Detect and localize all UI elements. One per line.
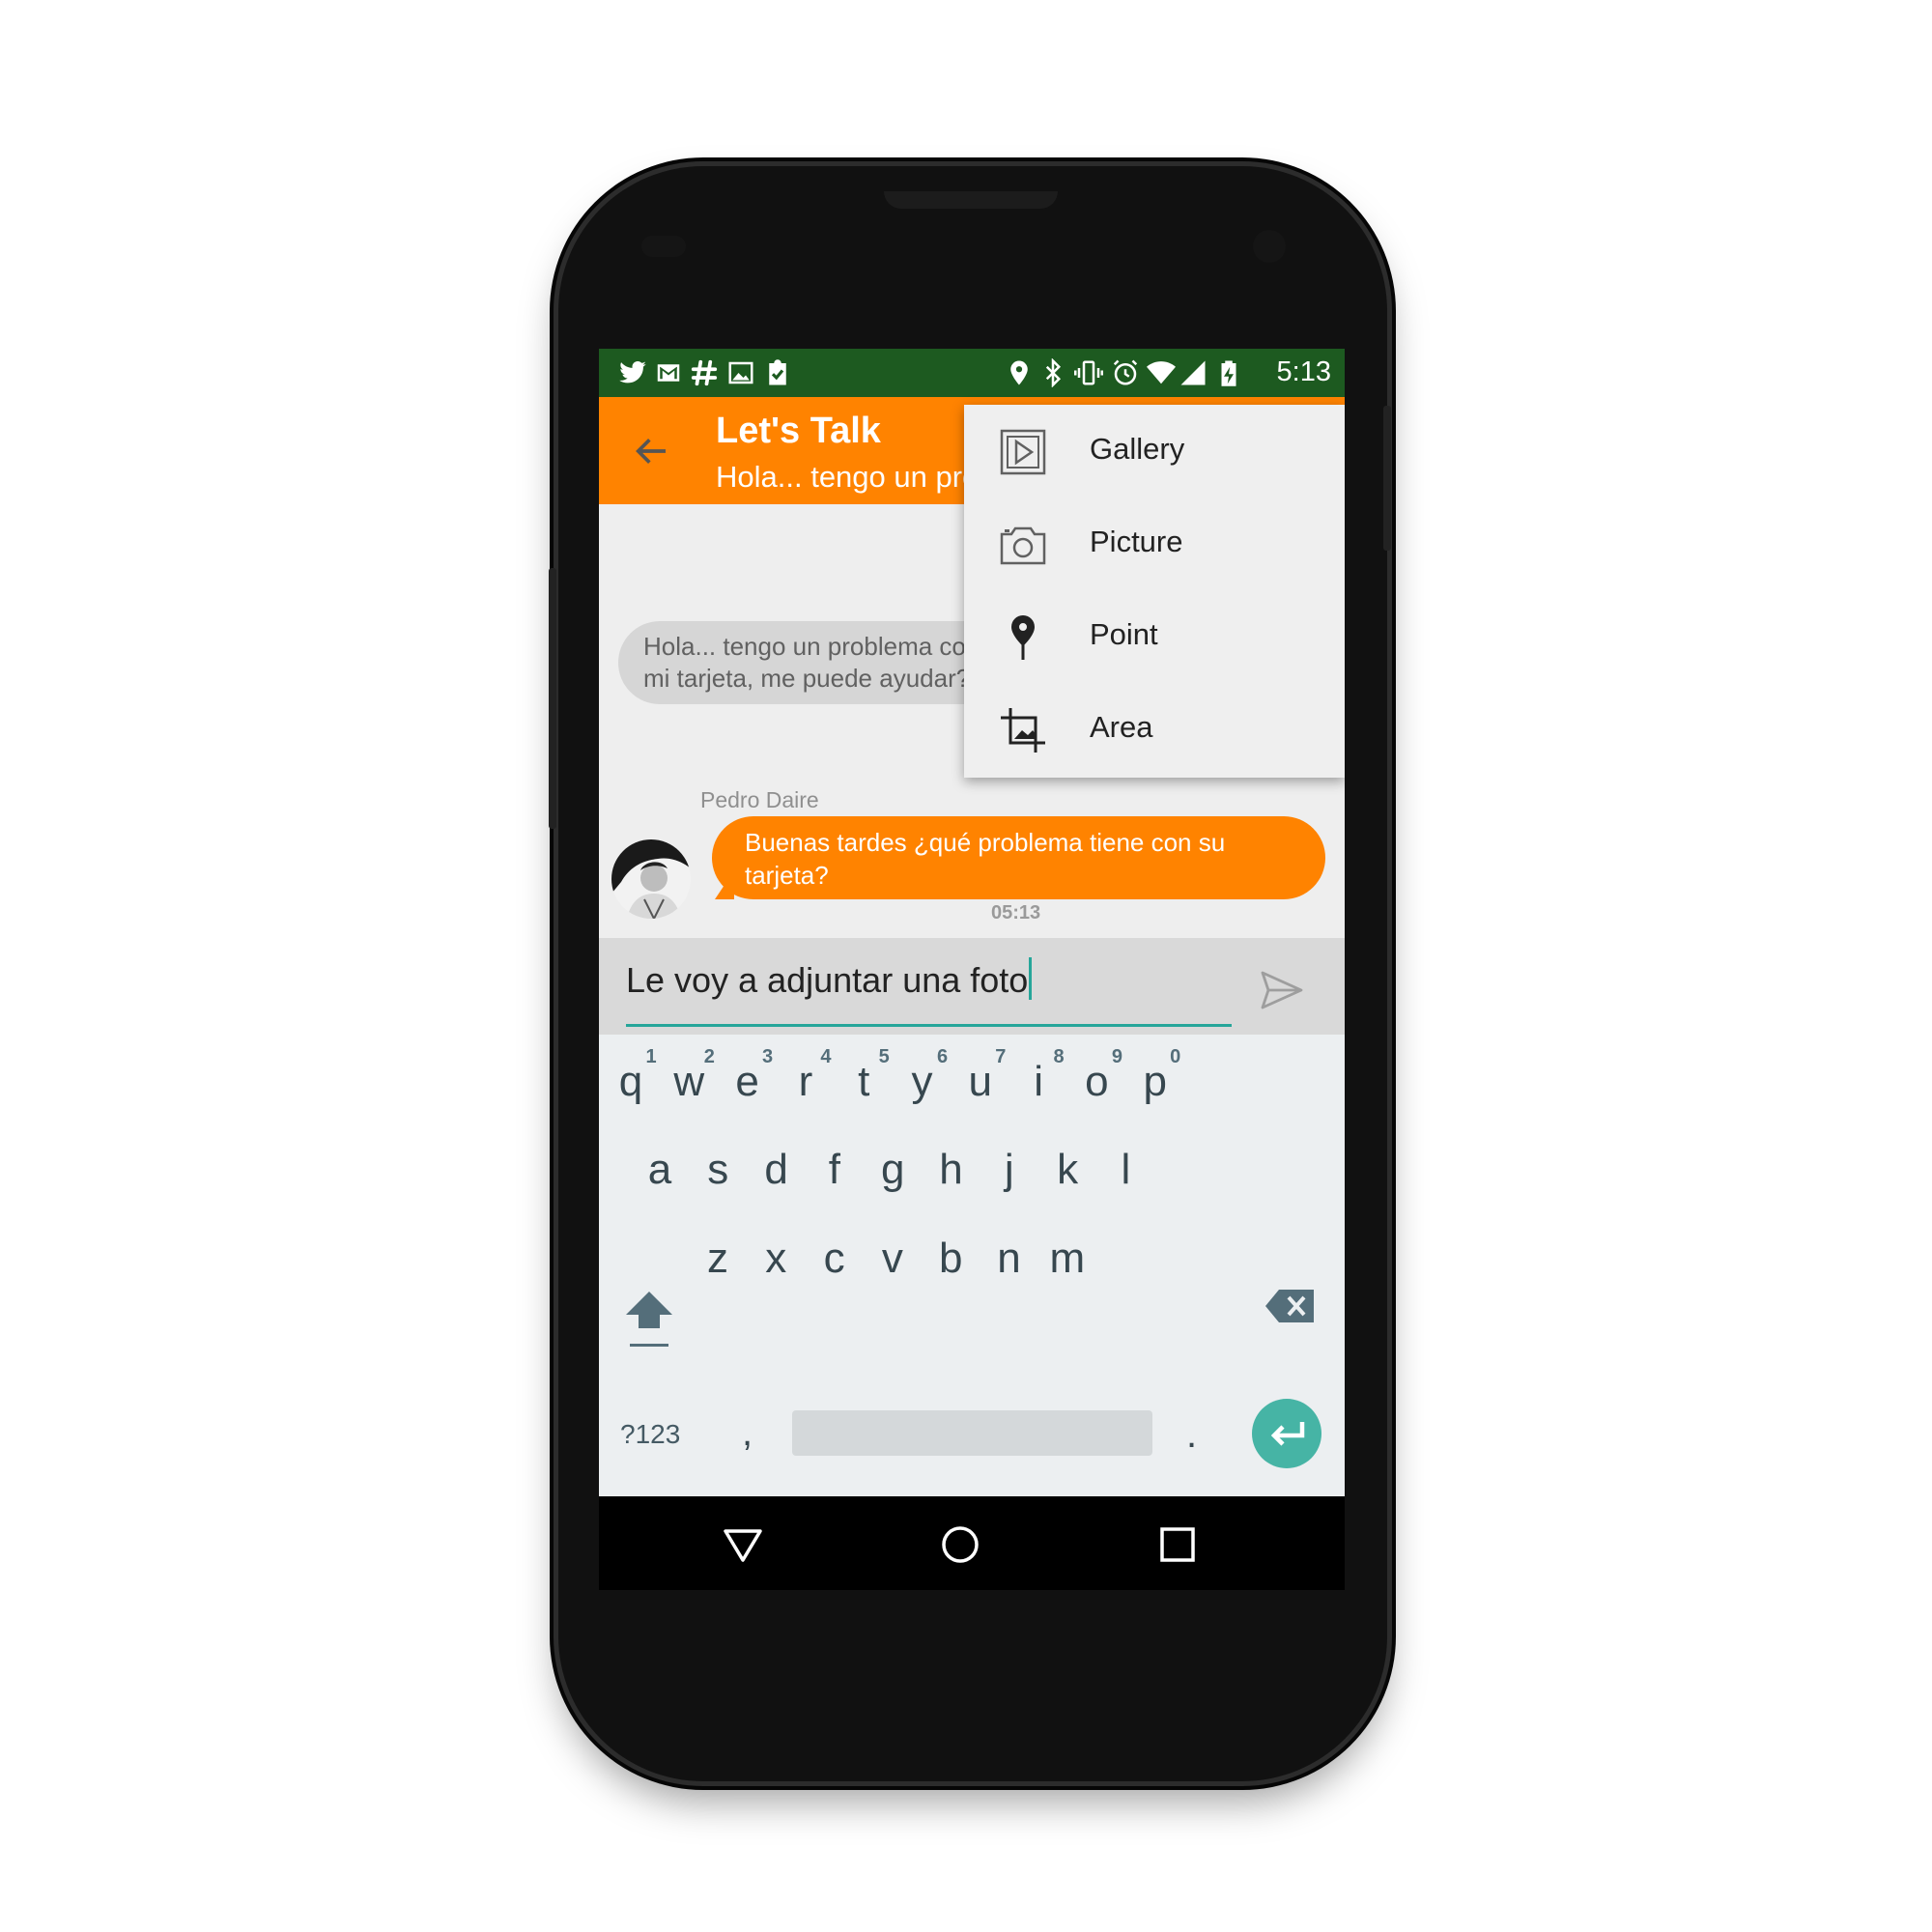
- key-y[interactable]: y: [894, 1058, 952, 1106]
- enter-arrow-icon: [1270, 1422, 1305, 1446]
- key-k[interactable]: k: [1038, 1146, 1096, 1194]
- outgoing-message-bubble: Buenas tardes ¿qué problema tiene con su…: [712, 816, 1325, 899]
- page-title: Let's Talk: [716, 411, 881, 451]
- crop-icon: [1001, 708, 1045, 753]
- power-button: [1383, 406, 1391, 551]
- key-n[interactable]: n: [980, 1235, 1038, 1283]
- key-b[interactable]: b: [922, 1235, 980, 1283]
- send-icon[interactable]: [1259, 967, 1305, 1013]
- clipboard-check-icon: [769, 359, 786, 385]
- front-camera: [1253, 230, 1286, 263]
- bluetooth-icon: [1045, 358, 1062, 387]
- home-nav-icon[interactable]: [939, 1523, 981, 1566]
- status-bar: 5:13: [599, 349, 1345, 397]
- avatar-photo: [611, 839, 691, 919]
- key-f[interactable]: f: [806, 1146, 864, 1194]
- phone-screen: 5:13 Let's Talk Hola... tengo un problem…: [599, 349, 1345, 1590]
- menu-item-label: Point: [1090, 617, 1158, 651]
- key-p[interactable]: p: [1126, 1058, 1184, 1106]
- key-t[interactable]: t: [835, 1058, 893, 1106]
- key-x[interactable]: x: [747, 1235, 805, 1283]
- key-v[interactable]: v: [864, 1235, 922, 1283]
- menu-item-gallery[interactable]: Gallery: [964, 405, 1345, 497]
- twitter-icon: [619, 361, 646, 384]
- key-m[interactable]: m: [1038, 1235, 1096, 1283]
- key-j[interactable]: j: [980, 1146, 1038, 1194]
- space-key[interactable]: [792, 1410, 1152, 1456]
- menu-item-point[interactable]: Point: [964, 590, 1345, 683]
- image-icon: [728, 361, 753, 384]
- key-l[interactable]: l: [1096, 1146, 1154, 1194]
- key-o[interactable]: o: [1067, 1058, 1125, 1106]
- message-timestamp: 05:13: [991, 902, 1041, 923]
- menu-item-label: Picture: [1090, 525, 1183, 558]
- input-underline: [626, 1024, 1232, 1027]
- message-composer: Le voy a adjuntar una foto: [599, 938, 1345, 1035]
- map-pin-icon: [1011, 615, 1035, 660]
- phone-speaker: [884, 191, 1058, 209]
- key-a[interactable]: a: [631, 1146, 689, 1194]
- camera-icon: [1000, 526, 1046, 565]
- vibrate-icon: [1074, 360, 1103, 385]
- status-time: 5:13: [1276, 356, 1331, 387]
- volume-button: [549, 568, 556, 829]
- key-c[interactable]: c: [806, 1235, 864, 1283]
- location-icon: [1010, 360, 1028, 385]
- key-h[interactable]: h: [923, 1146, 980, 1194]
- key-u[interactable]: u: [952, 1058, 1009, 1106]
- message-input[interactable]: Le voy a adjuntar una foto: [626, 957, 1033, 1001]
- key-w[interactable]: w: [660, 1058, 718, 1106]
- key-d[interactable]: d: [748, 1146, 806, 1194]
- message-input-value: Le voy a adjuntar una foto: [626, 960, 1029, 1000]
- back-arrow-icon[interactable]: [632, 432, 670, 470]
- menu-item-picture[interactable]: Picture: [964, 497, 1345, 590]
- navigation-bar: [599, 1496, 1345, 1590]
- sender-name: Pedro Daire: [700, 787, 819, 812]
- incoming-message-bubble: Hola... tengo un problema con mi tarjeta…: [618, 621, 1024, 704]
- key-s[interactable]: s: [689, 1146, 747, 1194]
- symbols-key[interactable]: ?123: [620, 1419, 680, 1450]
- period-key[interactable]: .: [1186, 1413, 1197, 1457]
- shift-key-icon[interactable]: [624, 1290, 674, 1350]
- phone-sensor: [641, 236, 686, 257]
- comma-key[interactable]: ,: [742, 1411, 753, 1455]
- alarm-icon: [1113, 359, 1138, 385]
- key-e[interactable]: e: [719, 1058, 777, 1106]
- key-q[interactable]: q: [602, 1058, 660, 1106]
- recents-nav-icon[interactable]: [1156, 1523, 1199, 1566]
- gallery-icon: [1000, 429, 1046, 475]
- on-screen-keyboard: 1q2w3e4r5t6y7u8i9o0p asdfghjkl zxcvbnm ?…: [599, 1035, 1345, 1496]
- key-r[interactable]: r: [777, 1058, 835, 1106]
- attachment-menu: Gallery Picture Point Area: [964, 405, 1345, 778]
- wifi-icon: [1147, 361, 1176, 384]
- menu-item-label: Gallery: [1090, 432, 1185, 466]
- avatar[interactable]: [611, 839, 691, 919]
- signal-icon: [1180, 360, 1206, 385]
- battery-charging-icon: [1221, 360, 1236, 386]
- key-i[interactable]: i: [1009, 1058, 1067, 1106]
- text-cursor: [1029, 957, 1033, 1000]
- key-z[interactable]: z: [689, 1235, 747, 1283]
- backspace-key-icon[interactable]: [1265, 1288, 1316, 1324]
- enter-key[interactable]: [1252, 1399, 1321, 1468]
- gmail-icon: [657, 364, 680, 382]
- key-g[interactable]: g: [864, 1146, 922, 1194]
- slack-icon: [691, 359, 718, 386]
- back-nav-icon[interactable]: [722, 1523, 764, 1566]
- menu-item-label: Area: [1090, 710, 1153, 744]
- menu-item-area[interactable]: Area: [964, 683, 1345, 776]
